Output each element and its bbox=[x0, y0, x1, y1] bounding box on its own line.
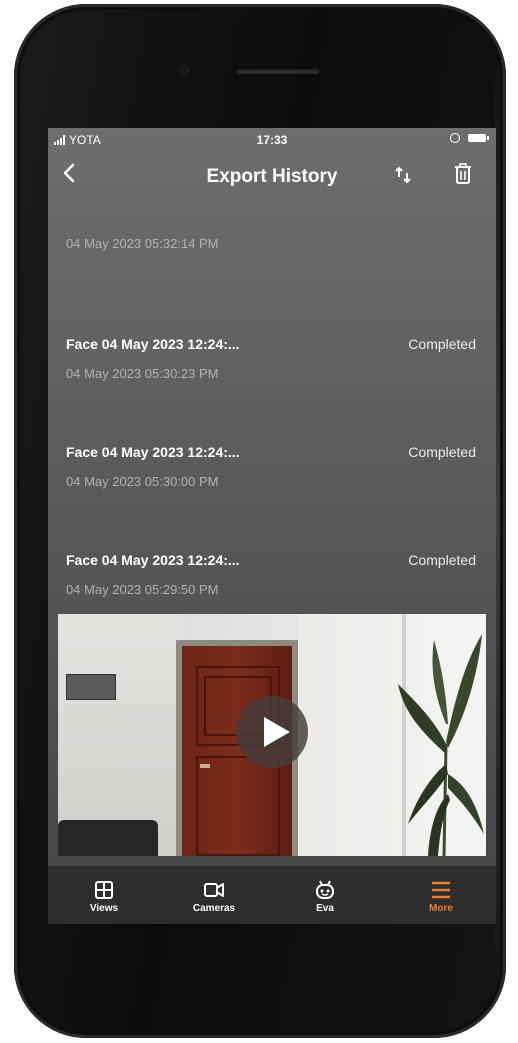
status-time: 17:33 bbox=[256, 133, 288, 147]
tab-more[interactable]: More bbox=[401, 866, 481, 924]
menu-icon bbox=[432, 881, 450, 899]
plant bbox=[398, 634, 484, 856]
status-right bbox=[450, 133, 489, 143]
export-status: Completed bbox=[408, 336, 476, 352]
grid-icon bbox=[95, 881, 113, 899]
export-timestamp: 04 May 2023 05:32:14 PM bbox=[66, 236, 219, 251]
status-bar: YOTA 17:33 bbox=[48, 128, 496, 150]
list-item[interactable]: 04 May 2023 05:32:14 PM bbox=[48, 204, 496, 308]
sort-arrows-icon bbox=[395, 166, 411, 184]
export-timestamp: 04 May 2023 05:30:00 PM bbox=[66, 474, 219, 489]
video-preview[interactable] bbox=[58, 614, 486, 856]
app-screen: YOTA 17:33 Export History 04 May 2023 05… bbox=[48, 128, 496, 924]
page-title: Export History bbox=[206, 166, 338, 187]
tab-cameras[interactable]: Cameras bbox=[174, 866, 254, 924]
list-item[interactable]: Face 04 May 2023 12:24:... Completed 04 … bbox=[48, 308, 496, 416]
export-timestamp: 04 May 2023 05:29:50 PM bbox=[66, 582, 219, 597]
export-title: Face 04 May 2023 12:24:... bbox=[66, 552, 240, 568]
delete-button[interactable] bbox=[452, 162, 476, 188]
export-timestamp: 04 May 2023 05:30:23 PM bbox=[66, 366, 219, 381]
tab-label: Eva bbox=[316, 903, 334, 914]
front-camera bbox=[180, 66, 189, 75]
sort-button[interactable] bbox=[392, 164, 416, 188]
door-panel bbox=[196, 756, 280, 856]
tab-label: More bbox=[429, 903, 453, 914]
navigation-bar: Export History bbox=[48, 150, 496, 204]
door-handle bbox=[200, 764, 210, 768]
wall-box bbox=[66, 674, 116, 700]
camera-icon bbox=[204, 883, 224, 897]
export-history-list: 04 May 2023 05:32:14 PM Face 04 May 2023… bbox=[48, 204, 496, 632]
tab-eva[interactable]: Eva bbox=[285, 866, 365, 924]
export-status: Completed bbox=[408, 444, 476, 460]
alarm-icon bbox=[450, 133, 460, 143]
list-item[interactable]: Face 04 May 2023 12:24:... Completed 04 … bbox=[48, 416, 496, 524]
play-button[interactable] bbox=[236, 696, 308, 768]
export-title: Face 04 May 2023 12:24:... bbox=[66, 444, 240, 460]
earpiece-speaker bbox=[236, 68, 320, 74]
sofa bbox=[58, 820, 158, 856]
tab-bar: Views Cameras Eva More bbox=[48, 866, 496, 924]
robot-icon bbox=[316, 880, 334, 899]
export-title: Face 04 May 2023 12:24:... bbox=[66, 336, 240, 352]
tab-label: Cameras bbox=[192, 903, 236, 914]
export-status: Completed bbox=[408, 552, 476, 568]
battery-icon bbox=[468, 134, 489, 142]
tab-views[interactable]: Views bbox=[64, 866, 144, 924]
tab-label: Views bbox=[89, 903, 119, 914]
trash-icon bbox=[455, 163, 471, 184]
